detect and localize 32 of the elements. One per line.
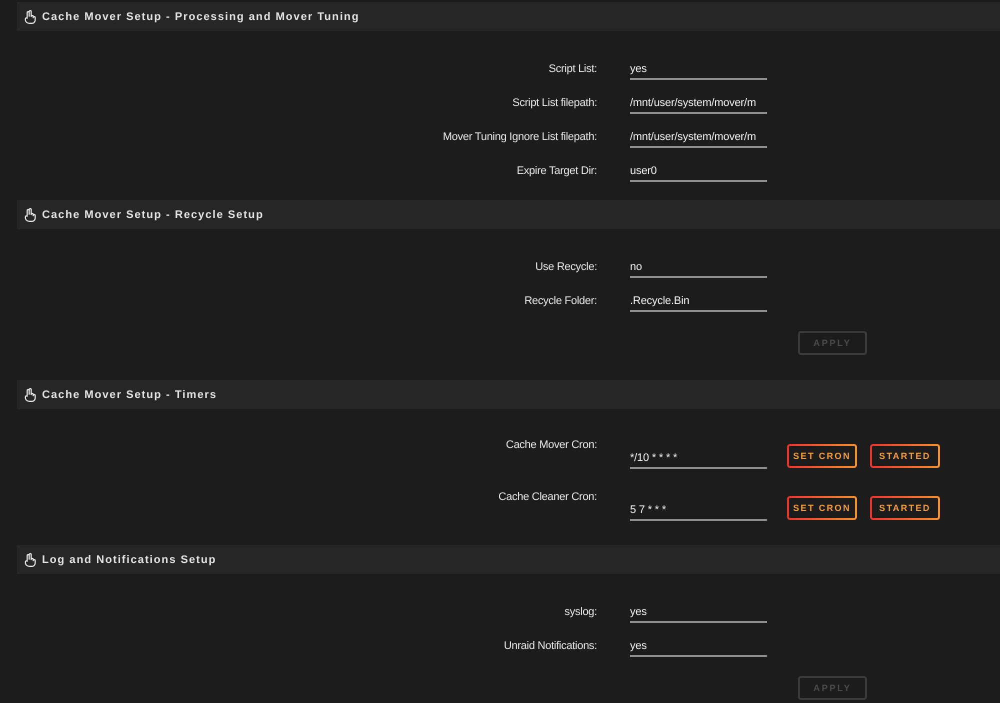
input-field[interactable]: /mnt/user/system/mover/m: [630, 92, 767, 114]
input-field[interactable]: no: [630, 256, 767, 278]
field-label: Recycle Folder:: [524, 294, 597, 309]
field-label: Cache Cleaner Cron:: [498, 490, 597, 505]
input-field[interactable]: 5 7 * * *: [630, 499, 767, 521]
cron-button[interactable]: STARTED: [870, 444, 940, 468]
input-field[interactable]: yes: [630, 601, 767, 623]
field-label: Use Recycle:: [535, 260, 597, 275]
field-label: Mover Tuning Ignore List filepath:: [442, 130, 597, 145]
cron-button[interactable]: SET CRON: [787, 496, 857, 520]
input-field[interactable]: user0: [630, 160, 767, 182]
field-label: Expire Target Dir:: [516, 164, 597, 179]
field-label: Cache Mover Cron:: [506, 438, 597, 453]
section-title: Cache Mover Setup - Recycle Setup: [42, 208, 264, 220]
cron-button[interactable]: SET CRON: [787, 444, 857, 468]
input-field[interactable]: */10 * * * *: [630, 447, 767, 469]
field-label: Script List:: [548, 62, 597, 77]
input-field[interactable]: /mnt/user/system/mover/m: [630, 126, 767, 148]
cron-button[interactable]: STARTED: [870, 496, 940, 520]
field-label: Unraid Notifications:: [504, 639, 597, 654]
section-title: Cache Mover Setup - Processing and Mover Tuning: [42, 10, 360, 22]
hand-icon: [24, 552, 36, 566]
field-label: Script List filepath:: [512, 96, 597, 111]
hand-icon: [24, 208, 36, 222]
section-title: Cache Mover Setup - Timers: [42, 388, 218, 400]
input-field[interactable]: yes: [630, 58, 767, 80]
hand-icon: [24, 388, 36, 402]
field-label: syslog:: [564, 605, 597, 620]
input-field[interactable]: .Recycle.Bin: [630, 290, 767, 312]
input-field[interactable]: yes: [630, 635, 767, 657]
hand-icon: [24, 10, 36, 24]
section-title: Log and Notifications Setup: [42, 554, 216, 566]
